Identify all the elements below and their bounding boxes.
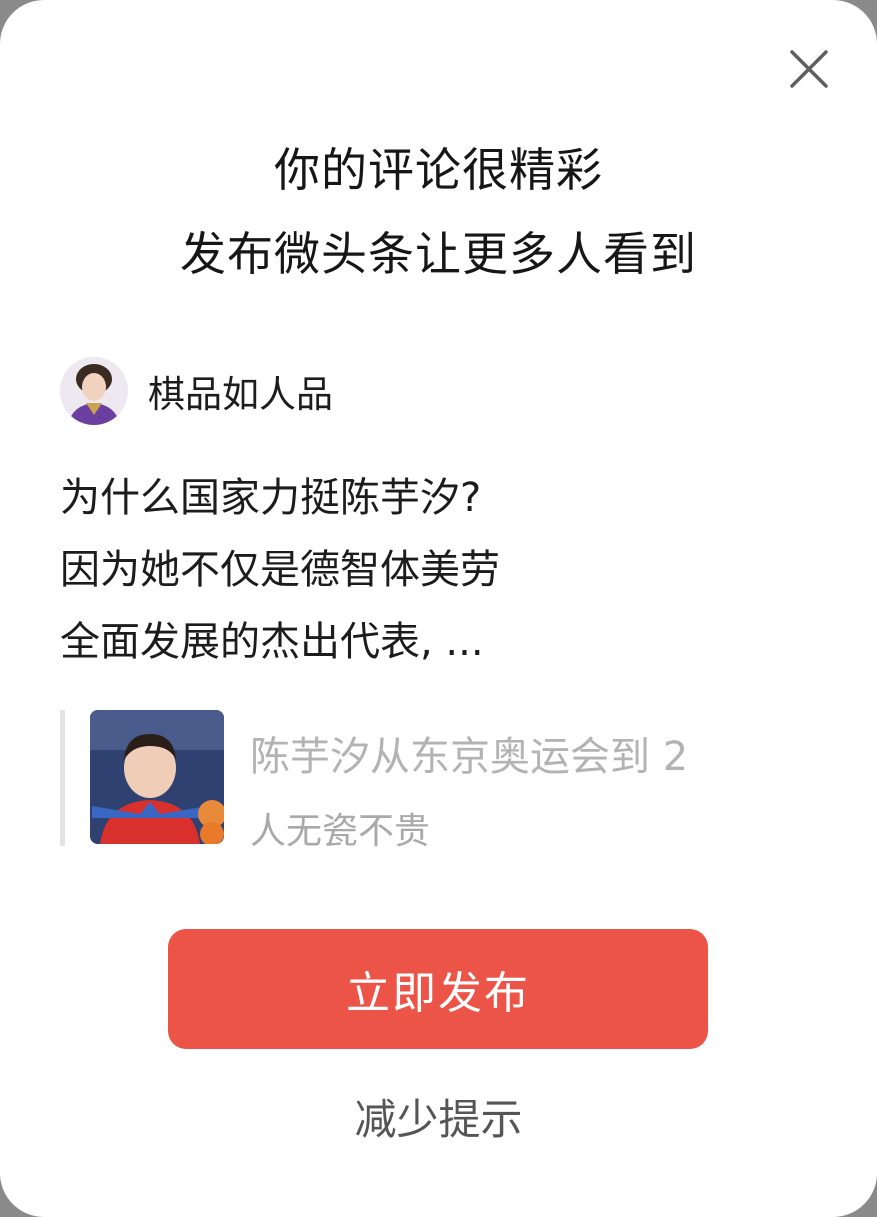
avatar bbox=[60, 357, 128, 425]
article-thumbnail bbox=[90, 710, 224, 844]
author-row: 棋品如人品 bbox=[60, 355, 333, 427]
quoted-article[interactable]: 陈芋汐从东京奥运会到 2 人无瓷不贵 bbox=[60, 710, 820, 852]
comment-line: 因为她不仅是德智体美劳 bbox=[60, 547, 500, 593]
article-title: 陈芋汐从东京奥运会到 2 bbox=[250, 734, 689, 780]
comment-text: 为什么国家力挺陈芋汐? 因为她不仅是德智体美劳 全面发展的杰出代表, ... bbox=[60, 462, 680, 678]
publish-button[interactable]: 立即发布 bbox=[168, 929, 708, 1049]
publish-prompt-dialog: 你的评论很精彩 发布微头条让更多人看到 棋品如人品 为什么国家力挺陈芋汐? 因为… bbox=[0, 0, 877, 1217]
close-button[interactable] bbox=[780, 40, 838, 98]
dialog-subtitle: 发布微头条让更多人看到 bbox=[180, 227, 697, 281]
reduce-prompts-link[interactable]: 减少提示 bbox=[0, 1086, 877, 1147]
close-icon bbox=[790, 50, 828, 88]
comment-line: 为什么国家力挺陈芋汐? bbox=[60, 475, 482, 521]
comment-line: 全面发展的杰出代表, ... bbox=[60, 619, 484, 665]
author-name: 棋品如人品 bbox=[148, 373, 333, 416]
article-source: 人无瓷不贵 bbox=[250, 811, 431, 852]
quote-divider bbox=[60, 710, 65, 846]
dialog-title: 你的评论很精彩 bbox=[274, 143, 603, 197]
